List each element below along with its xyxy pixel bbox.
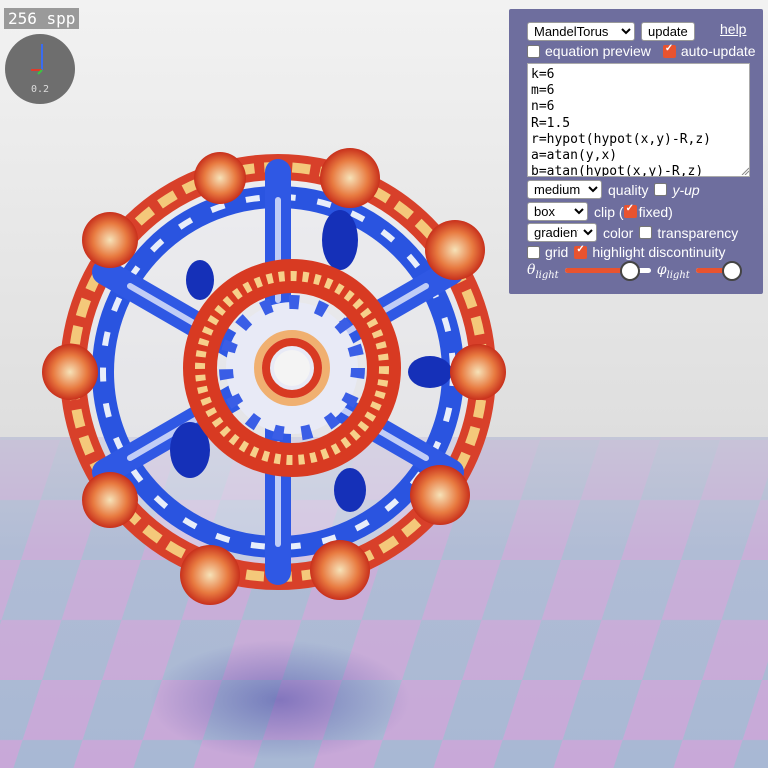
- phi-light-slider[interactable]: [695, 261, 743, 281]
- clip-select[interactable]: box: [527, 202, 588, 221]
- quality-select[interactable]: medium: [527, 180, 602, 199]
- color-select[interactable]: gradient: [527, 223, 597, 242]
- phi-light-slider-thumb[interactable]: [722, 261, 743, 281]
- clip-label: clip (: [594, 203, 624, 220]
- highlight-discontinuity-checkbox[interactable]: [574, 244, 588, 259]
- gizmo-scale-label: 0.2: [30, 84, 50, 95]
- grid-checkbox[interactable]: [527, 245, 540, 259]
- color-label: color: [603, 224, 634, 241]
- control-panel: MandelTorus update help equation preview…: [509, 9, 763, 294]
- samples-per-pixel-label: 256 spp: [4, 8, 80, 29]
- update-button[interactable]: update: [641, 22, 695, 41]
- transparency-checkbox[interactable]: [639, 226, 653, 239]
- theta-light-slider-thumb[interactable]: [620, 261, 641, 281]
- equation-preview-checkbox[interactable]: [527, 44, 540, 58]
- object-shadow: [150, 640, 410, 760]
- clip-fixed-checkbox[interactable]: [623, 203, 637, 218]
- grid-label: grid: [545, 244, 569, 260]
- equation-preview-label: equation preview: [545, 43, 651, 59]
- axis-gizmo[interactable]: 0.2: [5, 34, 75, 104]
- function-select[interactable]: MandelTorus: [527, 22, 635, 41]
- theta-light-label: θlight: [527, 261, 559, 281]
- resize-grip-icon[interactable]: [741, 167, 749, 175]
- highlight-discontinuity-label: highlight discontinuity: [592, 244, 726, 260]
- phi-light-label: φlight: [656, 261, 690, 281]
- theta-light-slider[interactable]: [564, 261, 651, 281]
- y-up-label: y-up: [672, 181, 700, 198]
- auto-update-checkbox[interactable]: [662, 43, 676, 58]
- quality-label: quality: [608, 181, 649, 198]
- y-up-checkbox[interactable]: [654, 183, 668, 196]
- transparency-label: transparency: [657, 224, 739, 241]
- clip-fixed-label: fixed): [638, 203, 673, 220]
- equation-editor[interactable]: [527, 63, 750, 177]
- help-link[interactable]: help: [720, 21, 746, 37]
- auto-update-label: auto-update: [680, 43, 756, 59]
